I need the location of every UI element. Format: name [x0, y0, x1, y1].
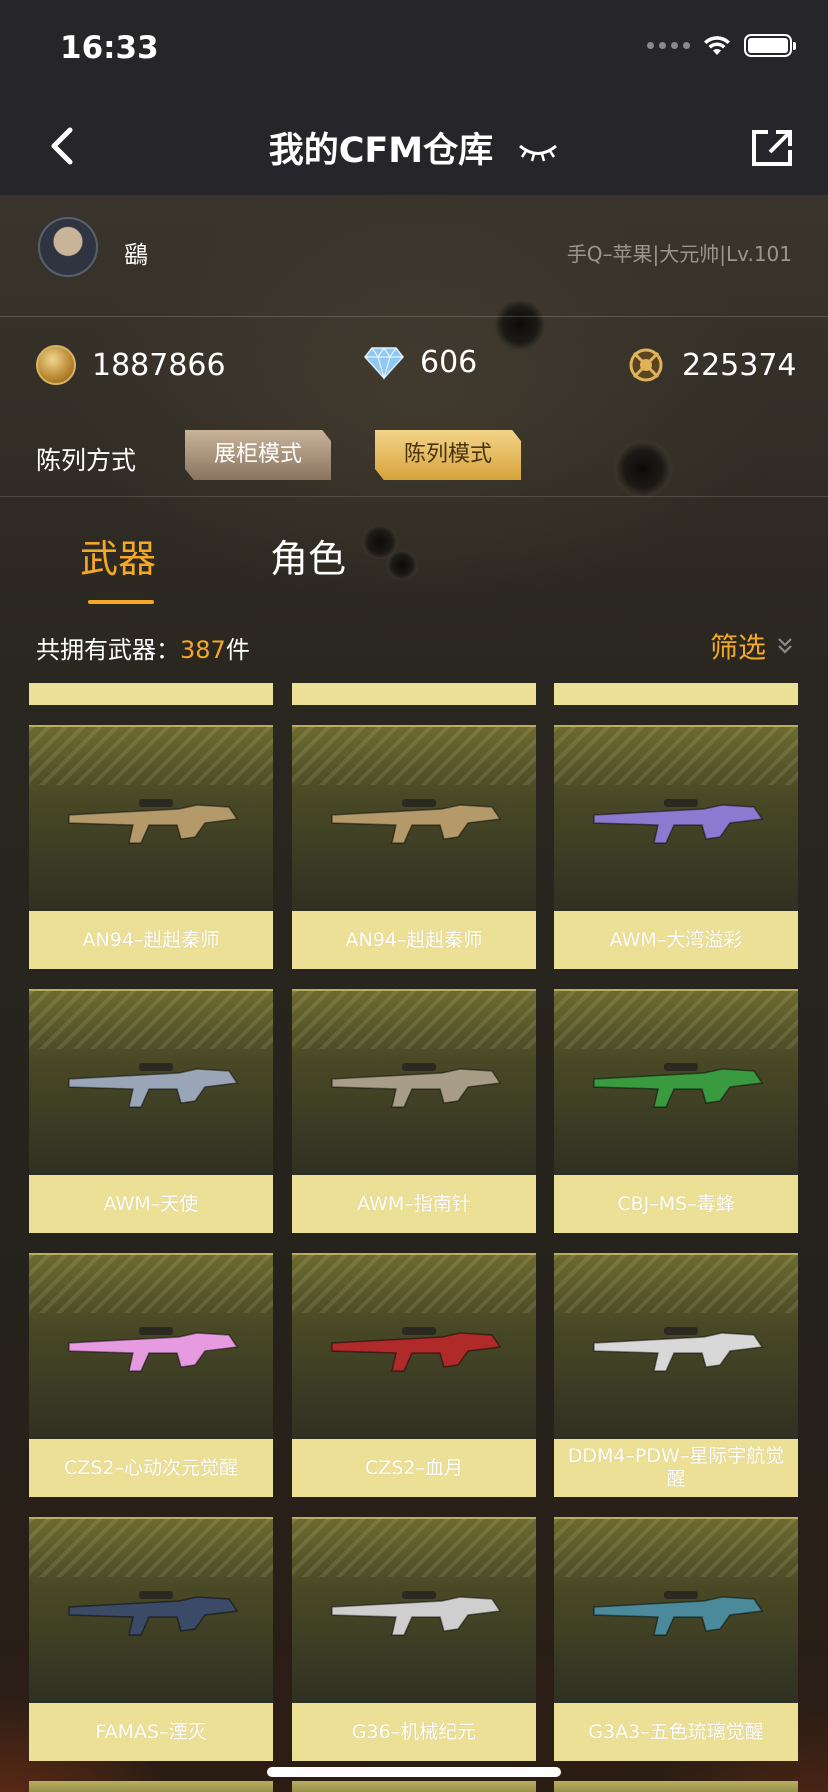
weapon-icon — [68, 799, 239, 844]
weapon-card[interactable]: CZS2–血月 — [292, 1253, 536, 1497]
weapon-icon — [593, 1591, 764, 1636]
tab-role[interactable]: 角色 — [270, 528, 346, 583]
weapon-card-partial[interactable] — [29, 683, 273, 705]
weapon-icon — [68, 1327, 239, 1372]
weapon-name: G3A3–五色琉璃觉醒 — [554, 1703, 798, 1761]
inventory-count-row: 共拥有武器：387件 筛选 — [0, 622, 828, 668]
weapon-image — [554, 1253, 798, 1439]
weapon-image — [554, 725, 798, 911]
weapon-count-number: 387 — [180, 636, 226, 664]
weapon-name: CBJ–MS–毒蜂 — [554, 1175, 798, 1233]
weapon-card-partial[interactable] — [292, 683, 536, 705]
top-bar: 16:33 我的CFM仓库 — [0, 0, 828, 195]
weapon-name: CZS2–血月 — [292, 1439, 536, 1497]
avatar[interactable] — [38, 217, 98, 277]
weapon-name: FAMAS–湮灭 — [29, 1703, 273, 1761]
status-time: 16:33 — [60, 30, 159, 66]
weapon-card-partial[interactable] — [292, 1781, 536, 1792]
weapon-card[interactable]: G36–机械纪元 — [292, 1517, 536, 1761]
weapon-count: 共拥有武器：387件 — [36, 636, 250, 664]
weapon-icon — [593, 1327, 764, 1372]
weapon-card[interactable]: CBJ–MS–毒蜂 — [554, 989, 798, 1233]
list-mode-button[interactable]: 陈列模式 — [375, 430, 521, 480]
weapon-name: AN94–赳赳秦师 — [292, 911, 536, 969]
diamond-balance: 606 — [364, 345, 477, 380]
server-info: 手Q–苹果|大元帅|Lv.101 — [566, 242, 792, 266]
weapon-image — [292, 725, 536, 911]
weapon-name: G36–机械纪元 — [292, 1703, 536, 1761]
weapon-icon — [331, 1591, 502, 1636]
diamond-value: 606 — [420, 345, 478, 380]
weapon-card-partial[interactable] — [29, 1781, 273, 1792]
gold-coin-icon — [36, 345, 76, 385]
filter-button[interactable]: 筛选 — [710, 626, 794, 666]
weapon-card-partial[interactable] — [554, 683, 798, 705]
badge-value: 225374 — [682, 347, 797, 383]
weapon-image — [29, 1253, 273, 1439]
battery-icon — [744, 34, 796, 57]
weapon-icon — [331, 799, 502, 844]
weapon-card[interactable]: AWM–指南针 — [292, 989, 536, 1233]
page-title-row: 我的CFM仓库 — [0, 122, 828, 173]
profile-row[interactable]: 鷂 手Q–苹果|大元帅|Lv.101 — [0, 195, 828, 317]
weapon-image — [554, 989, 798, 1175]
display-mode-row: 陈列方式 展柜模式 陈列模式 — [0, 425, 828, 497]
weapon-card[interactable]: CZS2–心动次元觉醒 — [29, 1253, 273, 1497]
medal-icon — [629, 348, 663, 382]
active-tab-indicator — [88, 600, 154, 604]
weapon-image — [292, 1253, 536, 1439]
tab-weapons[interactable]: 武器 — [80, 528, 156, 583]
weapon-card[interactable]: FAMAS–湮灭 — [29, 1517, 273, 1761]
badge-balance: 225374 — [626, 345, 797, 385]
weapon-card[interactable]: AN94–赳赳秦师 — [292, 725, 536, 969]
filter-label: 筛选 — [709, 631, 766, 664]
weapon-card[interactable]: AN94–赳赳秦师 — [29, 725, 273, 969]
weapon-image — [292, 1517, 536, 1703]
wifi-icon — [704, 35, 730, 55]
weapon-card[interactable]: AWM–大湾溢彩 — [554, 725, 798, 969]
signal-icon — [647, 42, 690, 49]
weapon-name: DDM4–PDW–星际宇航觉醒 — [554, 1439, 798, 1497]
weapon-image — [29, 725, 273, 911]
username: 鷂 — [124, 241, 148, 269]
share-icon[interactable] — [750, 128, 794, 168]
weapon-image — [292, 989, 536, 1175]
weapon-icon — [331, 1327, 502, 1372]
weapon-icon — [68, 1063, 239, 1108]
weapon-grid[interactable]: AN94–赳赳秦师 AN94–赳赳秦师 AWM–大湾溢彩 AWM–天使 AWM–指南针 C… — [0, 683, 828, 1792]
weapon-name: AN94–赳赳秦师 — [29, 911, 273, 969]
weapon-card[interactable]: DDM4–PDW–星际宇航觉醒 — [554, 1253, 798, 1497]
weapon-card[interactable]: AWM–天使 — [29, 989, 273, 1233]
weapon-image — [29, 989, 273, 1175]
weapon-card-partial[interactable] — [554, 1781, 798, 1792]
weapon-icon — [593, 1063, 764, 1108]
weapon-name: AWM–天使 — [29, 1175, 273, 1233]
status-indicators — [647, 34, 796, 57]
diamond-icon — [364, 346, 404, 380]
showcase-mode-button[interactable]: 展柜模式 — [185, 430, 331, 480]
gold-value: 1887866 — [92, 347, 226, 383]
weapon-icon — [68, 1591, 239, 1636]
weapon-name: CZS2–心动次元觉醒 — [29, 1439, 273, 1497]
weapon-icon — [331, 1063, 502, 1108]
gold-balance: 1887866 — [36, 345, 226, 385]
display-mode-label: 陈列方式 — [36, 446, 137, 475]
hide-eye-icon[interactable] — [517, 141, 559, 163]
weapon-image — [29, 1517, 273, 1703]
weapon-name: AWM–指南针 — [292, 1175, 536, 1233]
weapon-card[interactable]: G3A3–五色琉璃觉醒 — [554, 1517, 798, 1761]
currency-row: 1887866 606 225374 — [0, 317, 828, 417]
weapon-icon — [593, 799, 764, 844]
page-title: 我的CFM仓库 — [268, 131, 494, 171]
category-tabs: 武器 角色 — [0, 500, 828, 610]
home-indicator — [267, 1767, 561, 1777]
weapon-name: AWM–大湾溢彩 — [554, 911, 798, 969]
chevron-down-icon — [778, 638, 792, 654]
weapon-image — [554, 1517, 798, 1703]
